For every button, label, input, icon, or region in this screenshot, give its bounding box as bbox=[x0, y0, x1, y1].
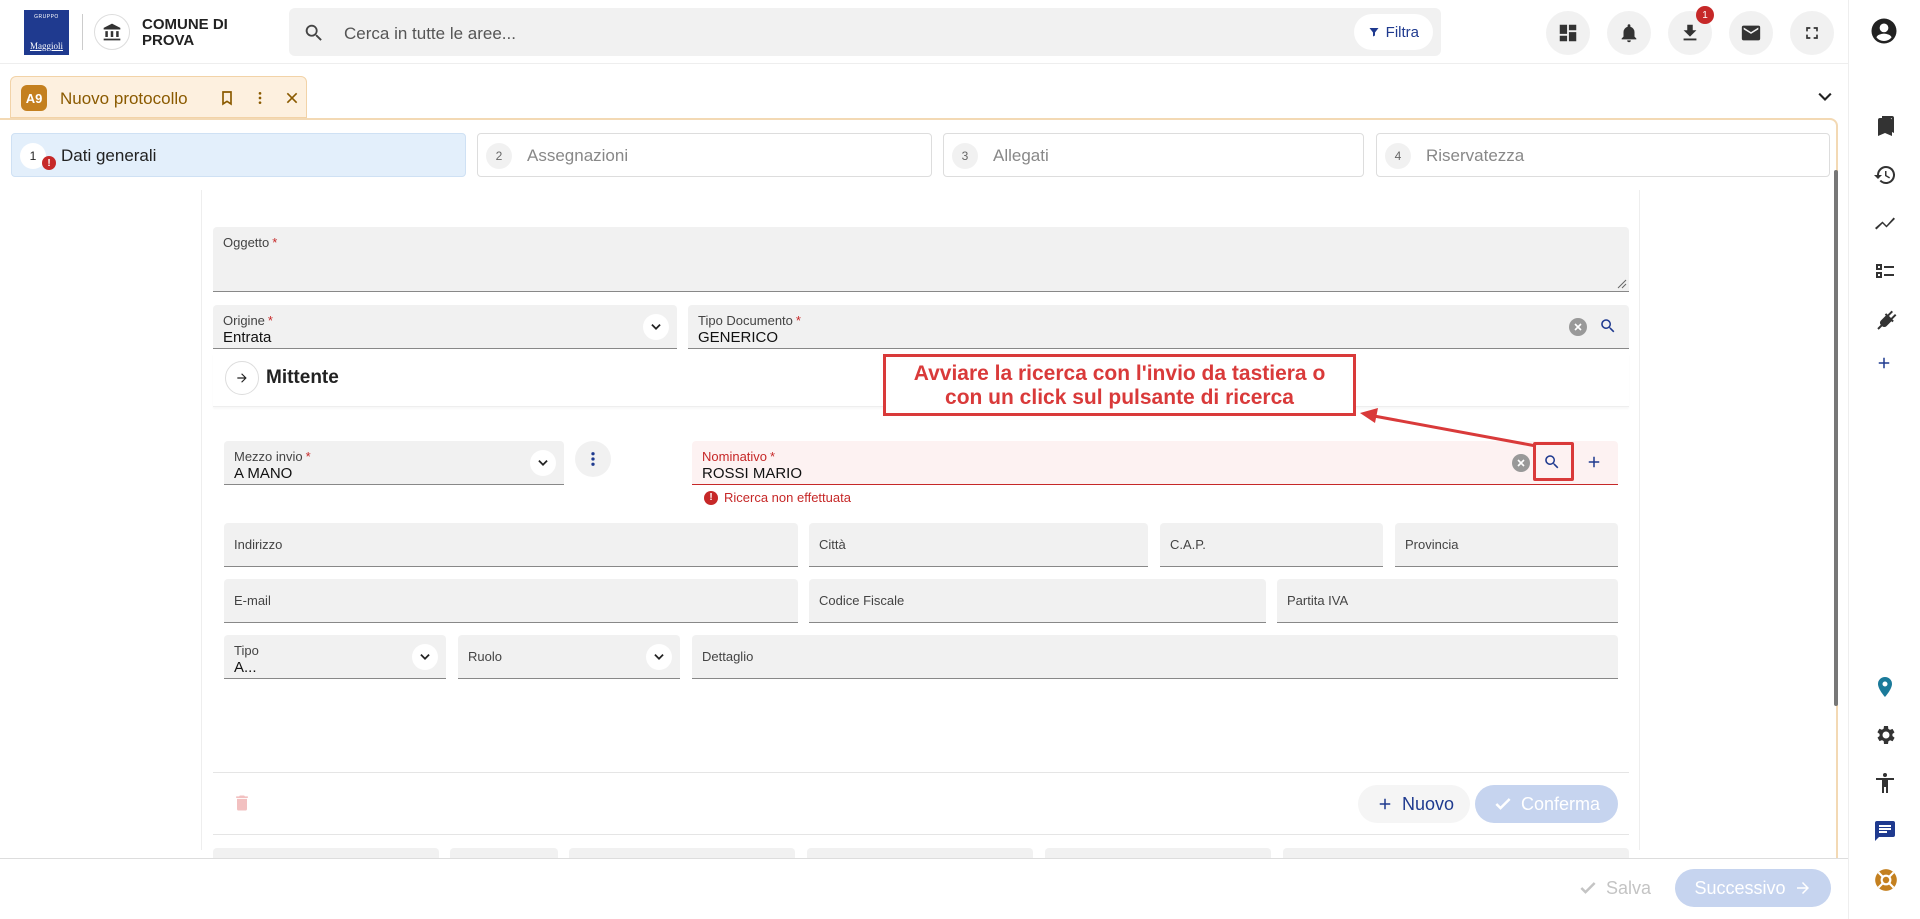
oggetto-textarea[interactable]: Oggetto * bbox=[213, 227, 1629, 292]
check-icon bbox=[1493, 794, 1513, 814]
conferma-button[interactable]: Conferma bbox=[1475, 785, 1618, 823]
citta-field[interactable]: Città bbox=[809, 523, 1148, 567]
filter-button[interactable]: Filtra bbox=[1353, 14, 1433, 50]
chevron-down-icon[interactable] bbox=[646, 644, 672, 670]
divider bbox=[213, 834, 1629, 835]
ruolo-select[interactable]: Ruolo bbox=[458, 635, 680, 679]
origine-select[interactable]: Origine * Entrata bbox=[213, 305, 677, 349]
right-rail bbox=[1848, 0, 1920, 919]
arrow-right-icon bbox=[1794, 879, 1812, 897]
institution-icon bbox=[94, 14, 130, 50]
bookmark-icon[interactable] bbox=[219, 90, 235, 106]
annotation-callout: Avviare la ricerca con l'invio da tastie… bbox=[883, 354, 1356, 416]
scrollbar[interactable] bbox=[1834, 170, 1838, 706]
history-icon[interactable] bbox=[1873, 163, 1897, 187]
nominativo-error: ! Ricerca non effettuata bbox=[704, 490, 851, 505]
dettaglio-field[interactable]: Dettaglio bbox=[692, 635, 1618, 679]
chevron-down-icon[interactable] bbox=[643, 314, 669, 340]
provincia-field[interactable]: Provincia bbox=[1395, 523, 1618, 567]
maggioli-logo[interactable]: GRUPPO Maggioli bbox=[24, 10, 69, 55]
delete-icon[interactable] bbox=[232, 792, 252, 814]
chevron-down-icon[interactable] bbox=[530, 450, 556, 476]
help-lifebuoy-icon[interactable] bbox=[1873, 867, 1899, 893]
indirizzo-field[interactable]: Indirizzo bbox=[224, 523, 798, 567]
step-assegnazioni[interactable]: 2 Assegnazioni bbox=[477, 133, 932, 177]
trending-icon[interactable] bbox=[1873, 211, 1897, 235]
filter-icon bbox=[1368, 26, 1380, 38]
institution-name: COMUNE DI PROVA bbox=[142, 16, 228, 49]
step-allegati[interactable]: 3 Allegati bbox=[943, 133, 1364, 177]
footer-bar bbox=[0, 858, 1848, 919]
global-search[interactable]: Cerca in tutte le aree... Filtra bbox=[289, 8, 1441, 56]
search-icon bbox=[303, 22, 325, 44]
partita-iva-field[interactable]: Partita IVA bbox=[1277, 579, 1618, 623]
dashboard-button[interactable] bbox=[1546, 11, 1590, 55]
search-icon[interactable] bbox=[1599, 317, 1617, 335]
add-icon bbox=[1376, 795, 1394, 813]
clear-icon[interactable] bbox=[1569, 318, 1587, 336]
more-vert-icon[interactable] bbox=[252, 90, 268, 106]
codice-fiscale-field[interactable]: Codice Fiscale bbox=[809, 579, 1266, 623]
app-header: GRUPPO Maggioli COMUNE DI PROVA Cerca in… bbox=[0, 0, 1848, 64]
step-riservatezza[interactable]: 4 Riservatezza bbox=[1376, 133, 1830, 177]
search-input[interactable]: Cerca in tutte le aree... bbox=[344, 24, 516, 44]
email-field[interactable]: E-mail bbox=[224, 579, 798, 623]
tab-avatar: A9 bbox=[21, 85, 47, 111]
successivo-button[interactable]: Successivo bbox=[1675, 869, 1831, 907]
header-divider bbox=[82, 14, 83, 50]
salva-button[interactable]: Salva bbox=[1578, 869, 1651, 907]
fullscreen-icon bbox=[1802, 23, 1822, 43]
step-dati-generali[interactable]: 1 ! Dati generali bbox=[11, 133, 466, 177]
fullscreen-button[interactable] bbox=[1790, 11, 1834, 55]
cap-field[interactable]: C.A.P. bbox=[1160, 523, 1383, 567]
arrow-right-icon[interactable] bbox=[225, 361, 259, 395]
account-icon[interactable] bbox=[1869, 16, 1899, 46]
error-icon: ! bbox=[704, 490, 718, 505]
downloads-button[interactable]: 1 bbox=[1668, 6, 1714, 55]
more-options-button[interactable] bbox=[575, 441, 611, 477]
mezzo-invio-select[interactable]: Mezzo invio * A MANO bbox=[224, 441, 564, 485]
document-tab[interactable]: A9 Nuovo protocollo bbox=[10, 76, 307, 118]
download-icon bbox=[1679, 22, 1701, 44]
more-vert-icon bbox=[584, 450, 602, 468]
resize-handle-icon[interactable] bbox=[1615, 277, 1627, 289]
checklist-icon[interactable] bbox=[1873, 259, 1897, 283]
divider bbox=[213, 772, 1629, 773]
annotation-arrow bbox=[1360, 408, 1537, 448]
nuovo-button[interactable]: Nuovo bbox=[1358, 785, 1470, 823]
location-icon[interactable] bbox=[1873, 675, 1897, 699]
dashboard-icon bbox=[1557, 22, 1579, 44]
plugin-icon[interactable] bbox=[1873, 307, 1897, 331]
tab-title: Nuovo protocollo bbox=[60, 89, 188, 108]
notifications-button[interactable] bbox=[1607, 11, 1651, 55]
tipo-documento-field[interactable]: Tipo Documento * GENERICO bbox=[688, 305, 1629, 349]
messages-button[interactable] bbox=[1729, 11, 1773, 55]
close-icon[interactable] bbox=[284, 90, 300, 106]
collapse-chevron-icon[interactable] bbox=[1815, 87, 1835, 107]
chevron-down-icon[interactable] bbox=[412, 644, 438, 670]
step-error-icon: ! bbox=[42, 156, 56, 170]
tipo-select[interactable]: Tipo A... bbox=[224, 635, 446, 679]
clear-icon[interactable] bbox=[1512, 454, 1530, 472]
add-icon[interactable] bbox=[1585, 453, 1603, 471]
add-icon[interactable] bbox=[1875, 354, 1893, 372]
mail-icon bbox=[1740, 22, 1762, 44]
accessibility-icon[interactable] bbox=[1873, 771, 1897, 795]
download-count-badge: 1 bbox=[1696, 6, 1714, 24]
check-icon bbox=[1578, 878, 1598, 898]
bell-icon bbox=[1618, 22, 1640, 44]
bookmarks-icon[interactable] bbox=[1873, 115, 1897, 139]
chat-icon[interactable] bbox=[1873, 819, 1897, 843]
section-title: Mittente bbox=[266, 367, 339, 388]
settings-icon[interactable] bbox=[1873, 723, 1897, 747]
